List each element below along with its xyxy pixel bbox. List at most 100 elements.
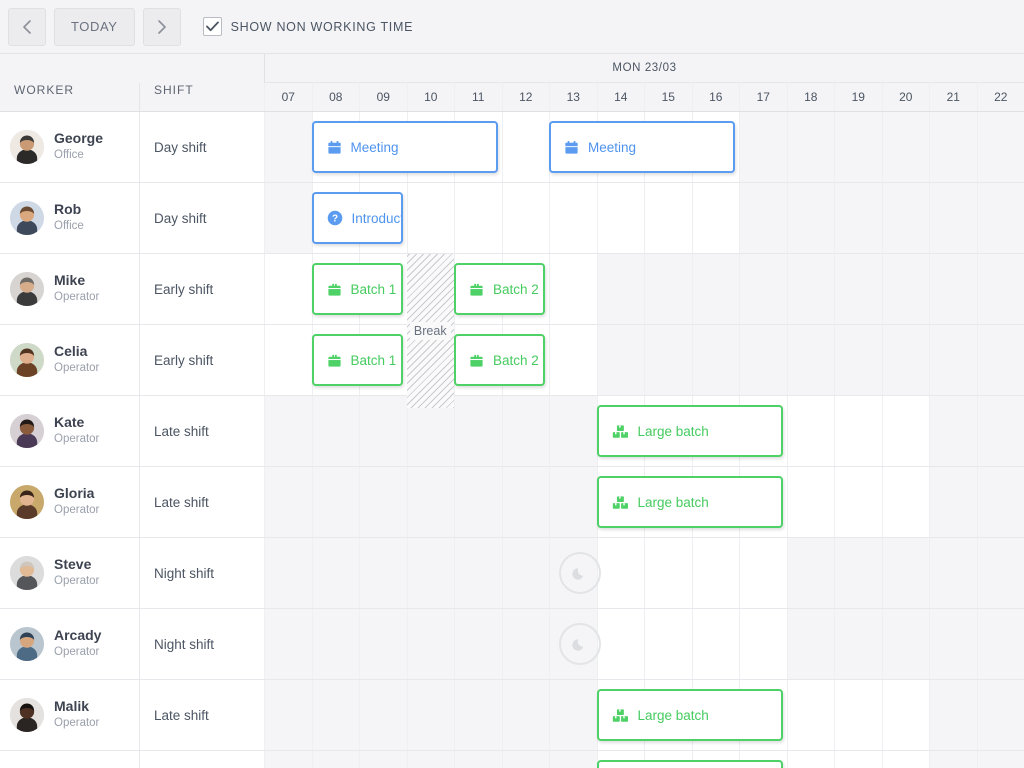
timeline-cell-17[interactable]: [739, 254, 787, 324]
shift-cell[interactable]: Night shift: [140, 538, 264, 608]
hour-header-cell-21[interactable]: 21: [929, 83, 977, 111]
timeline-cell-15[interactable]: [644, 538, 692, 608]
hour-header-cell-11[interactable]: 11: [454, 83, 502, 111]
timeline-cell-12[interactable]: [501, 467, 549, 537]
timeline-cell-12[interactable]: [501, 396, 549, 466]
hour-header-cell-13[interactable]: 13: [549, 83, 597, 111]
hour-header-cell-20[interactable]: 20: [881, 83, 930, 111]
timeline-cell-22[interactable]: [976, 112, 1024, 182]
timeline-cell-18[interactable]: [786, 538, 834, 608]
timeline-cell-07[interactable]: [264, 751, 312, 768]
timeline-cell-10[interactable]: [406, 183, 455, 253]
shift-cell[interactable]: Early shift: [140, 325, 264, 395]
timeline-cell-13[interactable]: [549, 467, 597, 537]
timeline-cell-09[interactable]: [359, 396, 407, 466]
today-button[interactable]: TODAY: [54, 7, 135, 46]
hour-header-cell-22[interactable]: 22: [976, 83, 1024, 111]
shift-column-header[interactable]: SHIFT: [140, 83, 264, 111]
hour-header-cell-07[interactable]: 07: [264, 83, 312, 111]
timeline-cell-10[interactable]: [406, 751, 454, 768]
timeline-date-header[interactable]: MON 23/03: [264, 54, 1024, 83]
timeline-cell-18[interactable]: [786, 254, 834, 324]
timeline-cell-11[interactable]: [454, 183, 502, 253]
worker-row[interactable]: Steve Operator Night shift: [0, 538, 264, 609]
timeline-cell-21[interactable]: [929, 396, 977, 466]
timeline-cell-12[interactable]: [501, 112, 550, 182]
timeline-cell-16[interactable]: [691, 183, 740, 253]
timeline-cell-12[interactable]: [501, 751, 549, 768]
next-period-button[interactable]: [142, 7, 181, 46]
timeline-cell-10[interactable]: [406, 325, 455, 395]
event-bar[interactable]: Large batch: [596, 689, 783, 741]
worker-cell[interactable]: Steve Operator: [0, 538, 140, 608]
timeline-cell-14[interactable]: [596, 183, 645, 253]
timeline-cell-12[interactable]: [501, 609, 549, 679]
timeline-cell-14[interactable]: [596, 254, 644, 324]
timeline-cell-15[interactable]: [644, 183, 692, 253]
timeline-cell-22[interactable]: [976, 467, 1024, 537]
show-non-working-time-toggle[interactable]: SHOW NON WORKING TIME: [202, 17, 414, 36]
worker-cell[interactable]: Celia Operator: [0, 325, 140, 395]
worker-cell[interactable]: Malik Operator: [0, 680, 140, 750]
timeline-cell-13[interactable]: [549, 751, 597, 768]
timeline-cell-19[interactable]: [834, 325, 882, 395]
timeline-cell-17[interactable]: [739, 609, 787, 679]
timeline-cell-07[interactable]: [264, 680, 312, 750]
hour-header-cell-18[interactable]: 18: [786, 83, 835, 111]
timeline-cell-08[interactable]: [311, 467, 359, 537]
worker-cell[interactable]: Arcady Operator: [0, 609, 140, 679]
worker-row[interactable]: Celia Operator Early shift: [0, 325, 264, 396]
timeline-cell-08[interactable]: [311, 751, 359, 768]
timeline-cell-18[interactable]: [786, 467, 835, 537]
timeline-cell-19[interactable]: [834, 680, 882, 750]
worker-cell[interactable]: [0, 751, 140, 768]
shift-cell[interactable]: Night shift: [140, 609, 264, 679]
timeline-cell-19[interactable]: [834, 609, 882, 679]
shift-cell[interactable]: Day shift: [140, 112, 264, 182]
worker-row[interactable]: Malik Operator Late shift: [0, 680, 264, 751]
hour-header-cell-08[interactable]: 08: [311, 83, 360, 111]
timeline-cell-18[interactable]: [786, 751, 835, 768]
timeline-cell-20[interactable]: [881, 396, 930, 466]
timeline-cell-16[interactable]: [691, 325, 739, 395]
timeline-cell-09[interactable]: [359, 680, 407, 750]
worker-cell[interactable]: George Office: [0, 112, 140, 182]
timeline-cell-07[interactable]: [264, 396, 312, 466]
timeline-cell-11[interactable]: [454, 751, 502, 768]
timeline-cell-17[interactable]: [739, 183, 787, 253]
timeline-cell-21[interactable]: [929, 751, 977, 768]
timeline-cell-07[interactable]: [264, 183, 312, 253]
timeline-cell-18[interactable]: [786, 325, 834, 395]
worker-cell[interactable]: Rob Office: [0, 183, 140, 253]
timeline-cell-20[interactable]: [881, 751, 930, 768]
timeline-cell-12[interactable]: [501, 538, 549, 608]
hour-header-cell-16[interactable]: 16: [691, 83, 740, 111]
timeline-cell-21[interactable]: [929, 538, 977, 608]
event-bar[interactable]: Large batch: [596, 405, 783, 457]
worker-row[interactable]: Arcady Operator Night shift: [0, 609, 264, 680]
timeline-cell-08[interactable]: [311, 396, 359, 466]
timeline-cell-12[interactable]: [501, 183, 550, 253]
timeline-cell-21[interactable]: [929, 183, 977, 253]
worker-row[interactable]: George Office Day shift: [0, 112, 264, 183]
worker-cell[interactable]: Gloria Operator: [0, 467, 140, 537]
hour-header-cell-10[interactable]: 10: [406, 83, 455, 111]
timeline-cell-19[interactable]: [834, 467, 882, 537]
timeline-cell-20[interactable]: [881, 609, 929, 679]
timeline-cell-22[interactable]: [976, 396, 1024, 466]
timeline-cell-15[interactable]: [644, 325, 692, 395]
worker-cell[interactable]: Mike Operator: [0, 254, 140, 324]
timeline-cell-22[interactable]: [976, 751, 1024, 768]
timeline-cell-09[interactable]: [359, 609, 407, 679]
timeline-cell-20[interactable]: [881, 325, 929, 395]
timeline-row[interactable]: [264, 751, 1024, 768]
timeline-cell-16[interactable]: [691, 609, 740, 679]
shift-cell[interactable]: Late shift: [140, 396, 264, 466]
hour-header-cell-17[interactable]: 17: [739, 83, 787, 111]
hour-header-cell-14[interactable]: 14: [596, 83, 645, 111]
worker-column-header[interactable]: WORKER: [0, 83, 140, 111]
timeline-cell-07[interactable]: [264, 467, 312, 537]
timeline-cell-22[interactable]: [976, 325, 1024, 395]
timeline-cell-21[interactable]: [929, 112, 977, 182]
timeline-cell-11[interactable]: [454, 396, 502, 466]
